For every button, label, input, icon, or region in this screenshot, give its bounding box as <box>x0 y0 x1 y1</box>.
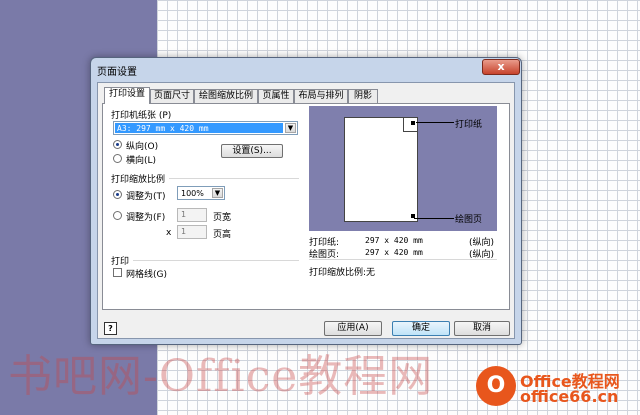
adjust-to-percent-value: 100% <box>181 189 204 198</box>
help-icon: ? <box>108 324 113 333</box>
office-logo-icon: O <box>476 366 516 406</box>
print-preview: 打印纸 绘图页 <box>309 106 497 231</box>
dialog-client-area: 打印设置 页面尺寸 绘图缩放比例 页属性 布局与排列 阴影 打印机纸张 (P) … <box>97 82 515 339</box>
page-setup-dialog: 页面设置 x 打印设置 页面尺寸 绘图缩放比例 页属性 布局与排列 阴影 打印机… <box>90 57 522 345</box>
printer-paper-section-label: 打印机纸张 (P) <box>111 111 172 121</box>
landscape-radio[interactable] <box>113 154 122 163</box>
close-icon: x <box>497 60 505 73</box>
print-zoom-summary: 打印缩放比例:无 <box>309 268 376 278</box>
portrait-label: 纵向(O) <box>126 142 159 152</box>
gridlines-label: 网格线(G) <box>126 270 167 280</box>
print-zoom-section-label: 打印缩放比例 <box>111 175 166 185</box>
pages-wide-input[interactable]: 1 <box>177 208 207 222</box>
tab-page-properties[interactable]: 页属性 <box>258 89 294 103</box>
print-section-label: 打印 <box>111 257 130 267</box>
section-divider <box>309 259 497 260</box>
drawing-info-size: 297 x 420 mm <box>365 248 423 257</box>
section-divider <box>133 260 299 261</box>
print-setup-panel: 打印机纸张 (P) A3: 297 mm x 420 mm ▼ 纵向(O) 横向… <box>102 103 510 310</box>
office-logo: O Office教程网 office66.cn <box>474 362 638 412</box>
pages-high-input[interactable]: 1 <box>177 225 207 239</box>
portrait-radio[interactable] <box>113 140 122 149</box>
paper-size-value: A3: 297 mm x 420 mm <box>117 124 209 133</box>
adjust-to-label: 调整为(T) <box>126 192 166 202</box>
chevron-down-icon[interactable]: ▼ <box>285 123 296 133</box>
pages-high-label: 页高 <box>213 230 232 240</box>
apply-button[interactable]: 应用(A) <box>324 321 382 336</box>
pages-wide-label: 页宽 <box>213 213 232 223</box>
site-watermark: 书吧网-Office教程网 <box>8 351 434 400</box>
paper-corner <box>403 118 417 132</box>
tab-drawing-scale[interactable]: 绘图缩放比例 <box>194 89 258 103</box>
cancel-button[interactable]: 取消 <box>454 321 510 336</box>
adjust-to-percent-select[interactable]: 100% ▼ <box>177 186 225 200</box>
drawing-callout: 绘图页 <box>455 215 483 225</box>
tab-print-setup[interactable]: 打印设置 <box>104 87 150 104</box>
paper-callout: 打印纸 <box>455 120 483 130</box>
logo-domain: office66.cn <box>520 387 619 406</box>
preview-paper <box>344 117 418 222</box>
fit-to-label: 调整为(F) <box>126 213 166 223</box>
landscape-label: 横向(L) <box>126 156 157 166</box>
ok-button[interactable]: 确定 <box>392 321 450 336</box>
tab-shadows[interactable]: 阴影 <box>348 89 378 103</box>
gridlines-checkbox[interactable] <box>113 268 122 277</box>
close-button[interactable]: x <box>482 59 520 75</box>
adjust-to-radio[interactable] <box>113 190 122 199</box>
tab-layout-routing[interactable]: 布局与排列 <box>294 89 348 103</box>
chevron-down-icon[interactable]: ▼ <box>212 188 223 198</box>
times-glyph: x <box>166 228 172 238</box>
paper-info-size: 297 x 420 mm <box>365 236 423 245</box>
help-button[interactable]: ? <box>104 322 117 335</box>
paper-size-select[interactable]: A3: 297 mm x 420 mm ▼ <box>113 121 298 135</box>
tab-page-size[interactable]: 页面尺寸 <box>150 89 194 103</box>
printer-setup-button[interactable]: 设置(S)... <box>221 144 283 158</box>
dialog-title: 页面设置 <box>97 67 137 78</box>
fit-to-radio[interactable] <box>113 211 122 220</box>
section-divider <box>169 178 299 179</box>
dialog-titlebar[interactable]: 页面设置 x <box>91 58 521 80</box>
